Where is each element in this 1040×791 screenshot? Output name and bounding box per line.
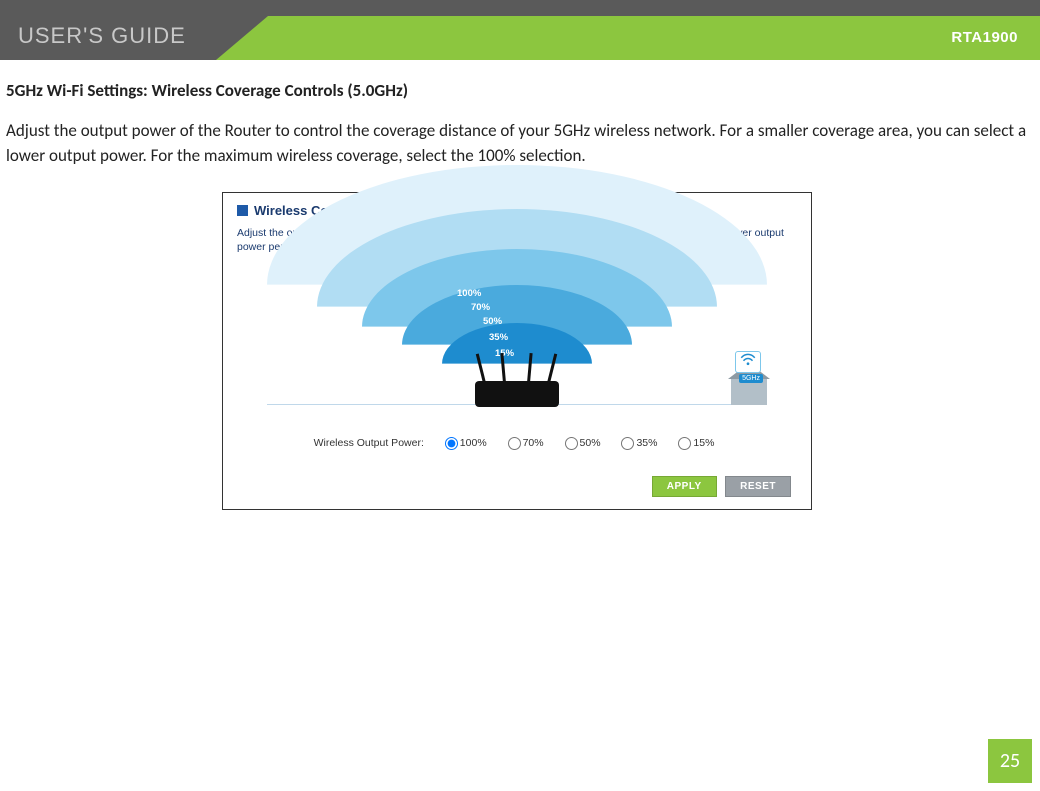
pct-35: 35% [489, 333, 508, 343]
pct-70: 70% [471, 303, 490, 313]
output-power-row: Wireless Output Power: 100% 70% 50% 35% … [237, 437, 797, 450]
reset-button[interactable]: RESET [725, 476, 791, 497]
header-model: RTA1900 [951, 16, 1018, 60]
radio-70-input[interactable] [508, 437, 521, 450]
radio-100[interactable]: 100% [439, 437, 487, 449]
radio-35[interactable]: 35% [615, 437, 657, 449]
radio-50-input[interactable] [565, 437, 578, 450]
radio-15[interactable]: 15% [672, 437, 714, 449]
radio-15-input[interactable] [678, 437, 691, 450]
radio-35-input[interactable] [621, 437, 634, 450]
pct-50: 50% [483, 317, 502, 327]
settings-panel: Wireless Coverage Controls (5.0GHz) Adju… [222, 192, 812, 509]
radio-50[interactable]: 50% [559, 437, 601, 449]
coverage-diagram: 100% 70% 50% 35% 15% 5GHz [237, 261, 797, 431]
header-title: USER'S GUIDE [0, 16, 216, 60]
wifi-icon [735, 351, 761, 373]
radio-70[interactable]: 70% [502, 437, 544, 449]
section-title: 5GHz Wi-Fi Settings: Wireless Coverage C… [6, 80, 1028, 101]
bullet-icon [237, 205, 248, 216]
pct-100: 100% [457, 289, 481, 299]
router-icon [475, 381, 559, 407]
doc-header: USER'S GUIDE RTA1900 [0, 0, 1040, 60]
page-number: 25 [988, 739, 1032, 783]
output-power-label: Wireless Output Power: [314, 437, 424, 449]
radio-100-input[interactable] [445, 437, 458, 450]
wifi-band-badge: 5GHz [739, 374, 763, 383]
apply-button[interactable]: APPLY [652, 476, 717, 497]
section-body: Adjust the output power of the Router to… [6, 119, 1028, 168]
pct-15: 15% [495, 349, 514, 359]
